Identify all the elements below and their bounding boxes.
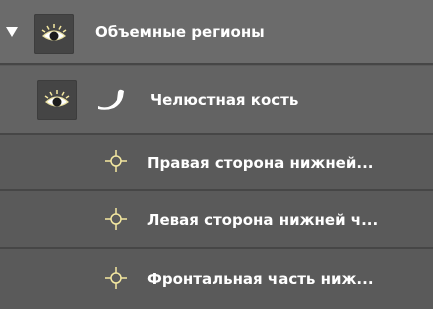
volume-regions-panel: Объемные регионы Челюстная кость Правая …	[0, 0, 433, 309]
group-visibility-button[interactable]	[34, 14, 74, 54]
tree-item-frontal-part[interactable]: Фронтальная часть ниж...	[0, 250, 433, 309]
crosshair-icon	[105, 208, 127, 230]
item-label: Фронтальная часть ниж...	[147, 270, 374, 288]
jaw-bone-icon	[98, 89, 124, 110]
group-row-volume-regions[interactable]: Объемные регионы	[0, 0, 433, 65]
group-label: Объемные регионы	[95, 23, 265, 41]
crosshair-icon	[105, 150, 127, 172]
tree-item-jaw-bone[interactable]: Челюстная кость	[0, 66, 433, 135]
eye-icon	[41, 24, 67, 41]
tree-item-right-side[interactable]: Правая сторона нижней...	[0, 135, 433, 191]
tree-item-left-side[interactable]: Левая сторона нижней ч...	[0, 192, 433, 249]
eye-icon	[44, 90, 70, 107]
item-label: Левая сторона нижней ч...	[147, 211, 379, 229]
item-label: Челюстная кость	[150, 91, 299, 109]
expand-triangle-icon[interactable]	[6, 27, 18, 37]
crosshair-icon	[105, 267, 127, 289]
item-label: Правая сторона нижней...	[147, 154, 374, 172]
item-visibility-button[interactable]	[37, 80, 77, 120]
